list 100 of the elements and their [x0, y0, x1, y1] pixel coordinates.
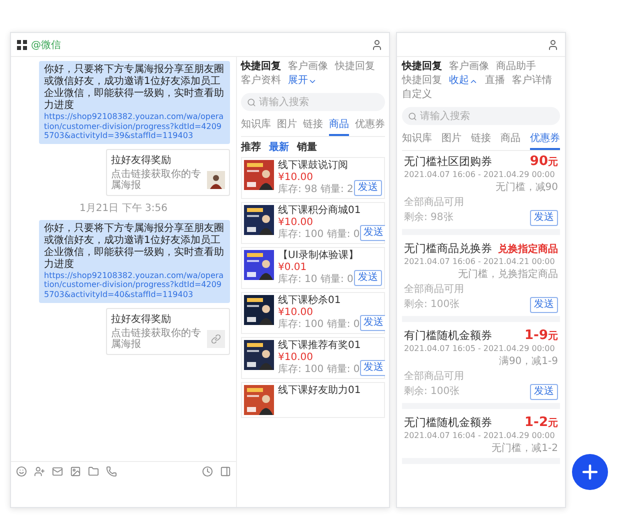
- card-title: 拉好友得奖励: [111, 154, 172, 167]
- tab[interactable]: 快捷回复: [335, 61, 375, 73]
- coupon-period: 2021.04.07 16:05 - 2021.04.29 00:00: [404, 344, 556, 353]
- product-price: ¥0.01: [278, 262, 308, 274]
- send-button[interactable]: 发送: [354, 180, 382, 196]
- search-icon: [408, 112, 417, 121]
- product-stock: 库存: 10 销量: 0: [278, 274, 354, 286]
- coupon-period: 2021.04.07 16:06 - 2021.04.29 00:00: [404, 170, 556, 179]
- product-title: 线下课积分商城01: [278, 205, 362, 217]
- search-field[interactable]: 请输入搜索: [402, 107, 560, 125]
- message-link[interactable]: https://shop92108382.youzan.com/wa/operation/customer-division/progress?kdtId=42095703&activityId=39&staffId=119403: [44, 112, 225, 141]
- coupon-amount: 1-9元: [524, 328, 558, 343]
- coupon-scope: 全部商品可用: [404, 282, 465, 296]
- tab[interactable]: 客户资料: [241, 75, 281, 87]
- product-stock: 库存: 100 销量: 0: [278, 229, 360, 241]
- send-button[interactable]: 发送: [360, 315, 385, 331]
- send-button[interactable]: 发送: [360, 360, 385, 376]
- add-button[interactable]: [572, 454, 608, 490]
- search-field[interactable]: 请输入搜索: [241, 93, 385, 111]
- phone-icon[interactable]: [106, 466, 117, 477]
- coupon-scope: 全部商品可用: [404, 196, 465, 209]
- category-tab[interactable]: 商品: [500, 127, 520, 150]
- coupon-title: 无门槛商品兑换券: [404, 241, 492, 256]
- send-button[interactable]: 发送: [530, 210, 558, 226]
- message-text: 你好，只要将下方专属海报分享至朋友圈或微信好友，成功邀请1位好友添加员工企业微信，即能获得一级购，实时查看助力进度: [44, 222, 225, 271]
- coupon-scope: 全部商品可用: [404, 370, 465, 383]
- coupon-amount: 90元: [530, 154, 558, 169]
- product-stock: 库存: 100 销量: 0: [278, 364, 360, 376]
- product-stock: 库存: 100 销量: 0: [278, 319, 360, 331]
- coupon-title: 无门槛随机金额券: [404, 415, 492, 430]
- sort-option[interactable]: 推荐: [241, 140, 261, 154]
- sort-option[interactable]: 最新: [269, 140, 289, 154]
- category-tab[interactable]: 图片: [442, 127, 462, 150]
- coupon-amount: 兑换指定商品: [498, 242, 558, 256]
- coupon-period: 2021.04.07 16:04 - 2021.04.29 00:00: [404, 431, 556, 440]
- coupon-title: 有门槛随机金额券: [404, 328, 492, 343]
- tab[interactable]: 直播: [485, 75, 505, 87]
- product-price: ¥10.00: [278, 217, 314, 228]
- tab[interactable]: 快捷回复: [402, 75, 442, 87]
- tab[interactable]: 自定义: [402, 89, 432, 101]
- tab[interactable]: 商品助手: [496, 61, 536, 73]
- send-button[interactable]: 发送: [530, 384, 558, 400]
- product-title: 线下课秒杀01: [278, 295, 342, 307]
- category-tab[interactable]: 知识库: [402, 127, 432, 150]
- card-title: 拉好友得奖励: [111, 312, 172, 326]
- category-tab[interactable]: 图片: [277, 113, 297, 136]
- product-title: 线下课鼓说订阅: [278, 160, 349, 172]
- product-price: ¥10.00: [278, 172, 314, 184]
- link-icon: [211, 334, 221, 344]
- link-card[interactable]: 拉好友得奖励 点击链接获取你的专属海报: [106, 148, 230, 196]
- add-person-icon[interactable]: [34, 466, 45, 477]
- coupon-remaining: 剩余: 100张: [404, 384, 460, 398]
- coupon-remaining: 剩余: 100张: [404, 298, 460, 311]
- collapse-toggle[interactable]: 展开: [288, 75, 317, 87]
- send-button[interactable]: 发送: [354, 270, 382, 286]
- coupon-condition: 无门槛，减1-2: [492, 442, 558, 455]
- tab[interactable]: 客户画像: [288, 61, 328, 73]
- category-tab[interactable]: 商品: [329, 113, 349, 136]
- category-tab[interactable]: 知识库: [241, 113, 271, 136]
- contact-source: @微信: [31, 38, 61, 52]
- link-card[interactable]: 拉好友得奖励 点击链接获取你的专属海报: [106, 308, 230, 355]
- product-stock: 库存: 98 销量: 2: [278, 184, 354, 196]
- card-description: 点击链接获取你的专属海报: [111, 168, 202, 192]
- coupon-title: 无门槛社区团购券: [404, 154, 492, 169]
- user-icon[interactable]: [371, 38, 383, 50]
- coupon-period: 2021.04.07 16:06 - 2021.04.21 00:00: [404, 257, 556, 266]
- collapse-toggle[interactable]: 收起: [449, 75, 478, 87]
- card-description: 点击链接获取你的专属海报: [111, 328, 202, 351]
- mail-icon[interactable]: [52, 466, 63, 477]
- coupon-condition: 满90，减1-9: [498, 354, 558, 368]
- category-tab[interactable]: 优惠券: [355, 113, 385, 136]
- category-tab[interactable]: 链接: [303, 113, 323, 136]
- send-button[interactable]: 发送: [530, 297, 558, 313]
- sort-option[interactable]: 销量: [297, 140, 317, 154]
- user-icon[interactable]: [547, 38, 559, 50]
- coupon-condition: 无门槛，减90: [495, 180, 558, 194]
- tab[interactable]: 快捷回复: [241, 61, 281, 73]
- message-link[interactable]: https://shop92108382.youzan.com/wa/operation/customer-division/progress?kdtId=42095703&activityId=40&staffId=119403: [44, 270, 225, 300]
- timestamp: 1月21日 下午 3:56: [80, 202, 168, 215]
- product-title: 线下课推荐有奖01: [278, 340, 362, 352]
- category-tab[interactable]: 链接: [471, 127, 491, 150]
- app-logo-icon: [17, 40, 27, 50]
- coupon-remaining: 剩余: 98张: [404, 210, 454, 224]
- send-button[interactable]: 发送: [360, 225, 385, 241]
- clock-icon[interactable]: [202, 466, 213, 477]
- product-price: ¥10.00: [278, 352, 314, 364]
- folder-icon[interactable]: [88, 466, 99, 477]
- tab[interactable]: 快捷回复: [402, 61, 442, 73]
- image-icon[interactable]: [70, 466, 81, 477]
- message-input[interactable]: [11, 481, 236, 507]
- emoji-icon[interactable]: [16, 466, 27, 477]
- category-tab[interactable]: 优惠券: [530, 127, 560, 150]
- message-text: 你好，只要将下方专属海报分享至朋友圈或微信好友，成功邀请1位好友添加员工企业微信，即能获得一级购，实时查看助力进度: [44, 64, 225, 112]
- sidebar-icon[interactable]: [220, 466, 231, 477]
- tab[interactable]: 客户画像: [449, 61, 489, 73]
- coupon-amount: 1-2元: [524, 415, 558, 430]
- product-price: ¥10.00: [278, 307, 314, 318]
- tab[interactable]: 客户详情: [512, 75, 552, 87]
- product-title: 线下课好友助力01: [278, 385, 362, 397]
- coupon-condition: 无门槛，兑换指定商品: [458, 268, 558, 281]
